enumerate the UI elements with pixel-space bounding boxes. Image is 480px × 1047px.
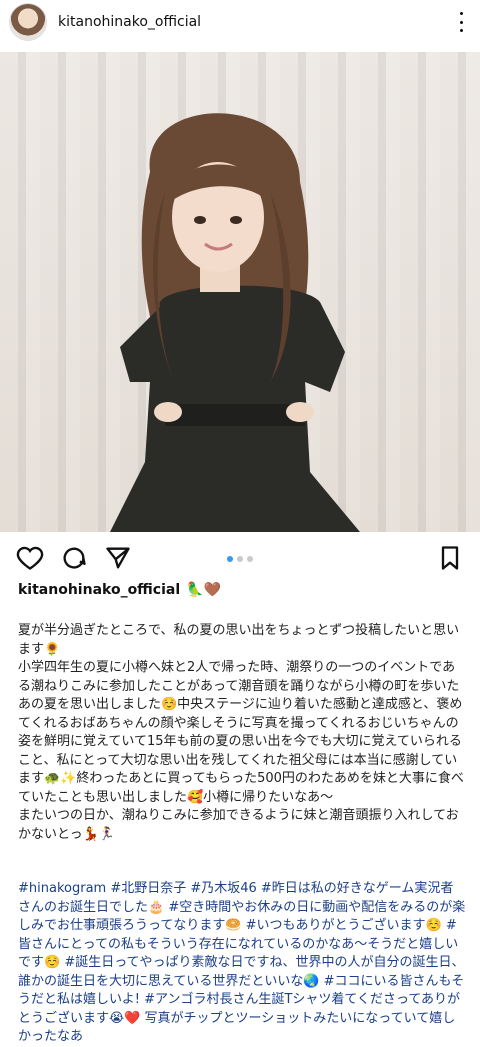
header-username[interactable]: kitanohinako_official bbox=[58, 14, 201, 30]
more-vertical-icon[interactable] bbox=[456, 12, 466, 32]
share-icon[interactable] bbox=[104, 544, 132, 572]
carousel-dot-active bbox=[227, 556, 233, 562]
carousel-dot bbox=[247, 556, 253, 562]
post-header: kitanohinako_official bbox=[0, 0, 480, 44]
photo-illustration bbox=[110, 113, 360, 532]
carousel-indicator bbox=[227, 556, 253, 562]
caption-hashtags[interactable]: #hinakogram #北野日奈子 #乃木坂46 #昨日は私の好きなゲーム実況… bbox=[18, 880, 466, 1047]
caption-body: 夏が半分過ぎたところで、私の夏の思い出をちょっとずつ投稿したいと思います🌻 小学… bbox=[18, 623, 464, 842]
caption-owner-line: kitanohinako_official 🦜🤎 bbox=[18, 582, 221, 598]
caption-owner[interactable]: kitanohinako_official bbox=[18, 582, 180, 598]
avatar[interactable] bbox=[10, 4, 46, 40]
post-photo[interactable] bbox=[0, 52, 480, 532]
carousel-dot bbox=[237, 556, 243, 562]
comment-icon[interactable] bbox=[60, 544, 88, 572]
owner-emoji: 🦜🤎 bbox=[186, 582, 222, 598]
bookmark-icon[interactable] bbox=[436, 544, 464, 572]
heart-icon[interactable] bbox=[16, 544, 44, 572]
action-bar bbox=[0, 538, 480, 578]
